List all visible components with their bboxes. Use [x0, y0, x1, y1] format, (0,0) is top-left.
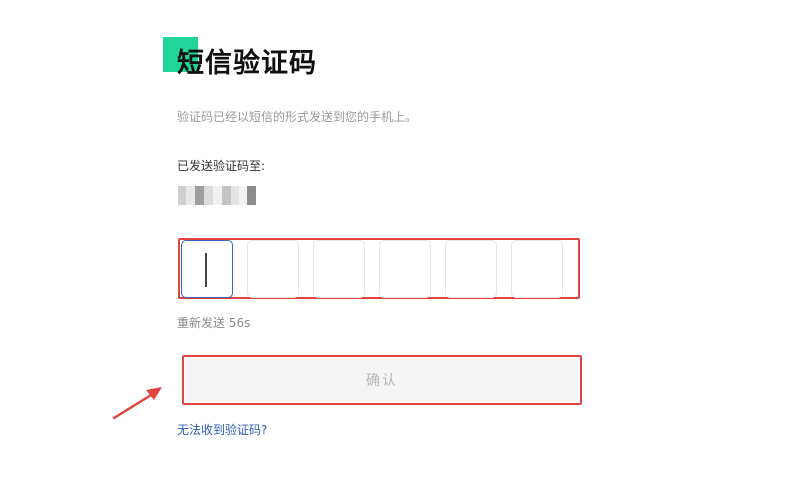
- sms-verification-page: 短信验证码 验证码已经以短信的形式发送到您的手机上。 已发送验证码至: 重新发送…: [0, 0, 800, 503]
- text-caret: [205, 253, 207, 287]
- cannot-receive-code-link[interactable]: 无法收到验证码?: [177, 421, 267, 438]
- code-digit-5[interactable]: [445, 240, 497, 298]
- confirm-button[interactable]: 确认: [186, 359, 578, 401]
- resend-countdown: 重新发送 56s: [177, 316, 251, 330]
- code-digit-3[interactable]: [313, 240, 365, 298]
- code-digit-6[interactable]: [511, 240, 563, 298]
- sent-to-label: 已发送验证码至:: [177, 159, 266, 173]
- code-digit-4[interactable]: [379, 240, 431, 298]
- masked-phone-number: [178, 186, 256, 205]
- verification-code-input[interactable]: [181, 240, 581, 298]
- code-digit-2[interactable]: [247, 240, 299, 298]
- verification-description: 验证码已经以短信的形式发送到您的手机上。: [177, 110, 418, 124]
- page-title: 短信验证码: [177, 48, 317, 79]
- red-arrow-icon: [112, 387, 162, 420]
- code-digit-1[interactable]: [181, 240, 233, 298]
